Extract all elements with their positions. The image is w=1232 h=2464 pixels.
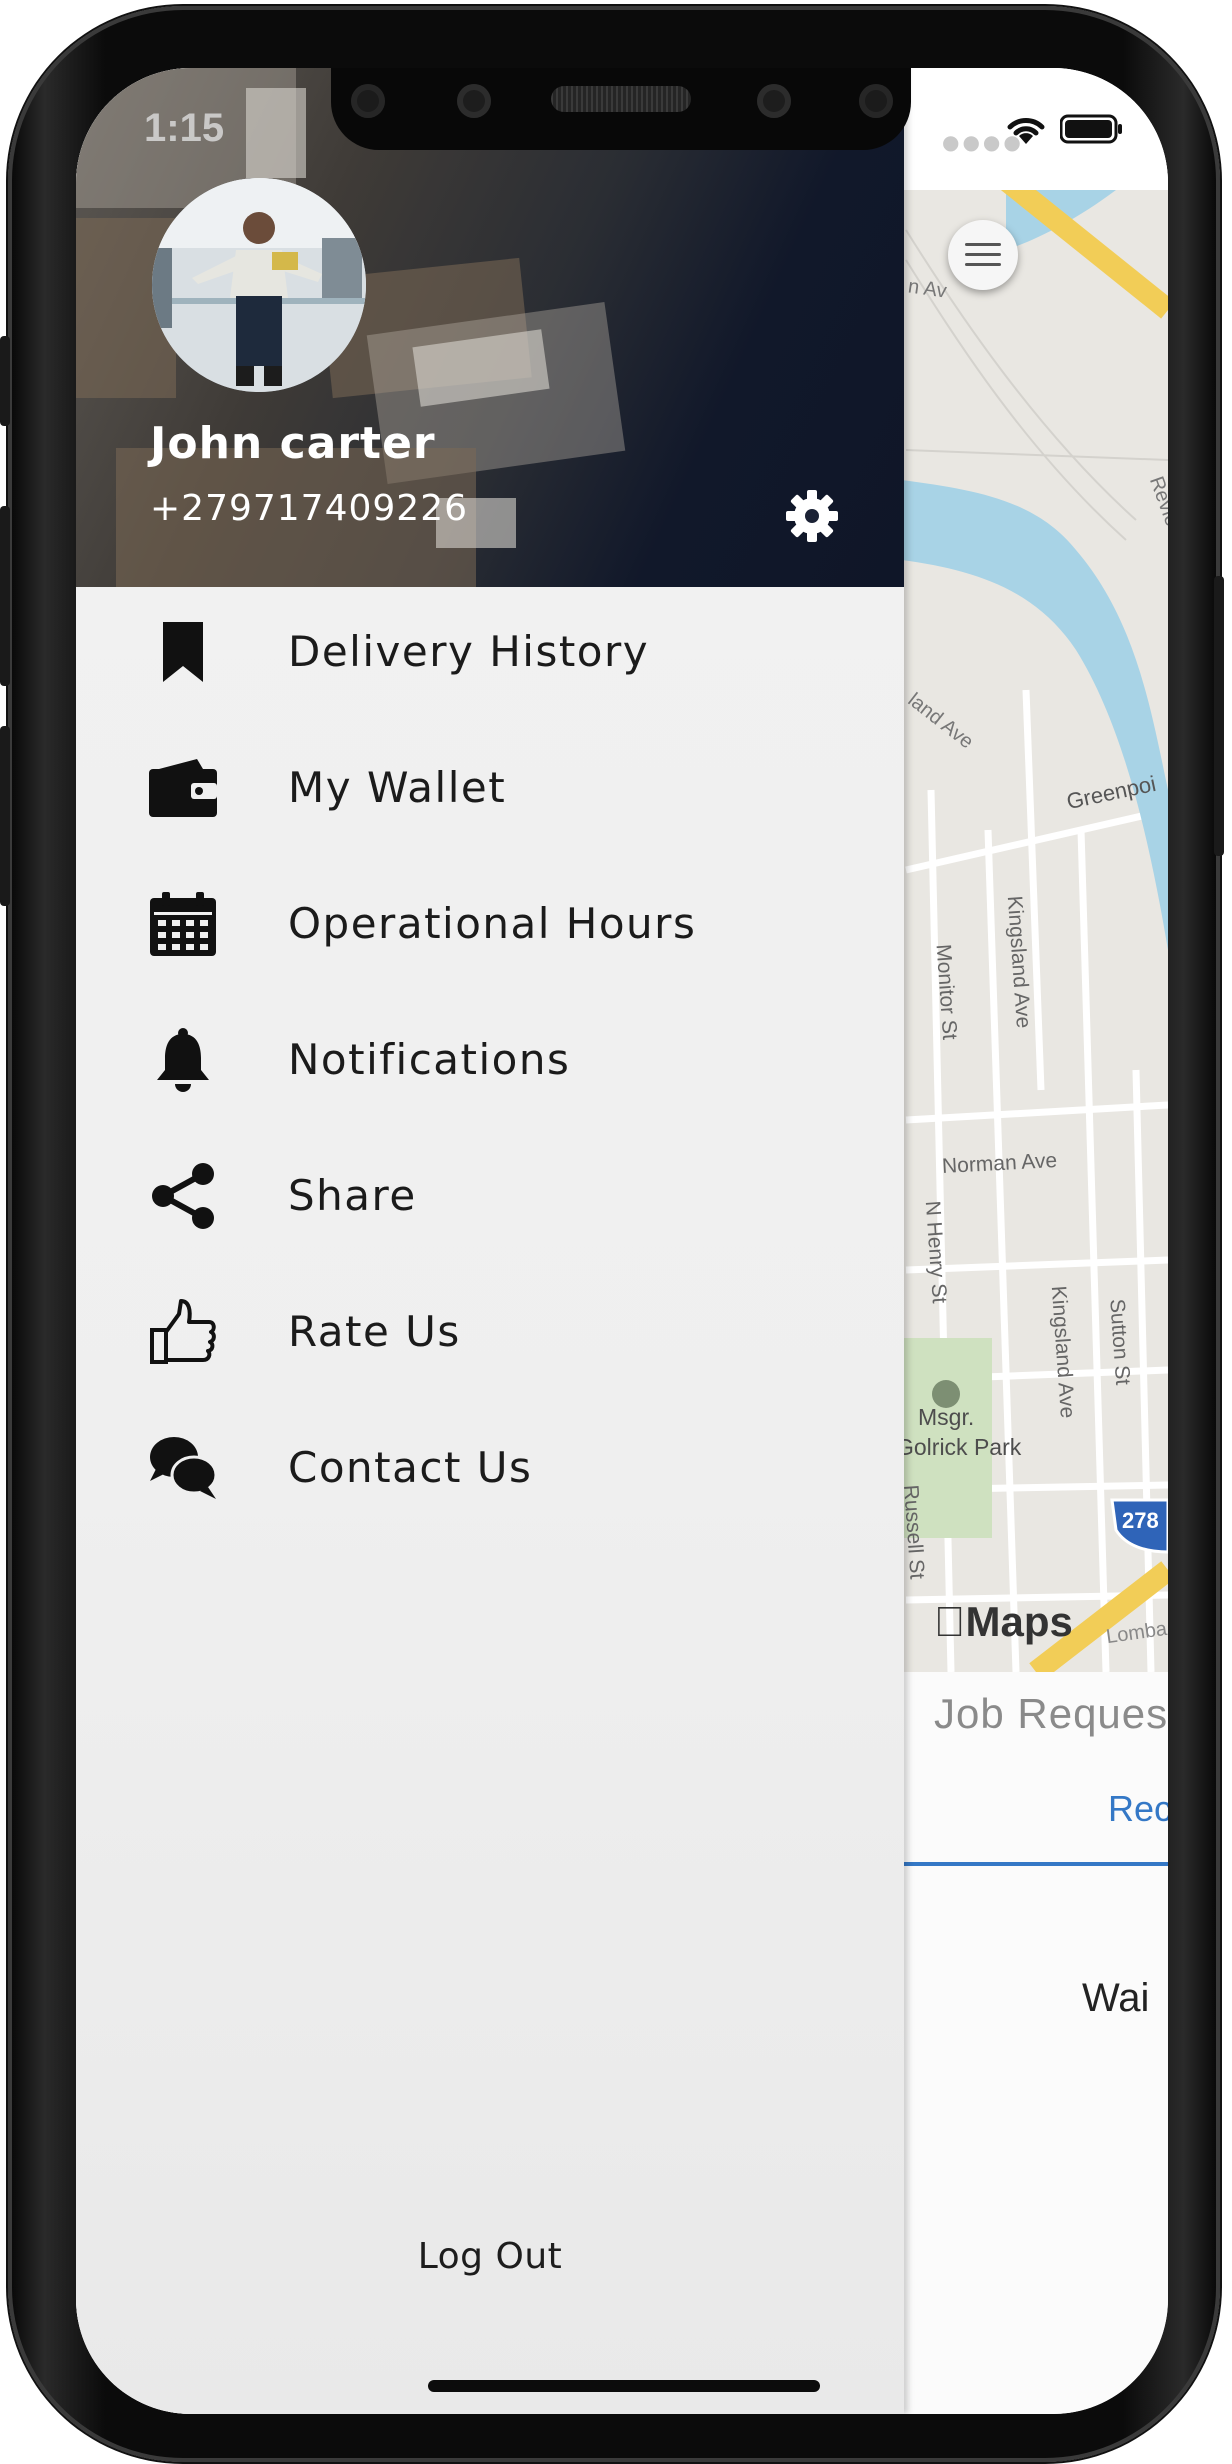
screen: ●●●● n Av Revie land Ave Greenpoi Monito…: [76, 68, 1168, 2414]
wifi-icon: [1007, 118, 1045, 144]
user-name: John carter: [150, 418, 436, 469]
notch: [331, 68, 911, 150]
calendar-icon: [148, 889, 218, 959]
power-button: [1214, 576, 1224, 856]
status-time: 1:15: [144, 106, 225, 150]
settings-button[interactable]: [782, 486, 842, 546]
map-menu-button[interactable]: [948, 220, 1018, 290]
phone-frame: ●●●● n Av Revie land Ave Greenpoi Monito…: [0, 6, 1224, 2462]
active-tab-indicator: [902, 1862, 1168, 1866]
chat-bubbles-icon: [148, 1433, 218, 1503]
menu-item-label: Rate Us: [288, 1307, 461, 1356]
menu-item-label: Delivery History: [288, 627, 650, 676]
face-id-sensor: [757, 84, 791, 118]
menu-item-notifications[interactable]: Notifications: [76, 995, 904, 1115]
tab-received[interactable]: Rec: [1108, 1788, 1168, 1830]
highway-shield-label: 278: [1122, 1508, 1159, 1533]
thumbs-up-icon: [148, 1297, 218, 1367]
menu-item-label: Notifications: [288, 1035, 571, 1084]
silent-switch: [0, 336, 10, 426]
volume-down-button: [0, 726, 10, 906]
menu-item-label: Contact Us: [288, 1443, 533, 1492]
menu-item-share[interactable]: Share: [76, 1131, 904, 1251]
dot-projector: [859, 84, 893, 118]
navigation-drawer: 1:15 John carter +279717409226 Delivery …: [76, 68, 904, 2414]
menu-item-contact-us[interactable]: Contact Us: [76, 1403, 904, 1523]
logout-button[interactable]: Log Out: [76, 2236, 904, 2277]
proximity-sensor: [457, 84, 491, 118]
bell-icon: [148, 1025, 218, 1095]
menu-item-delivery-history[interactable]: Delivery History: [76, 587, 904, 707]
menu-item-my-wallet[interactable]: My Wallet: [76, 723, 904, 843]
park-label-line1: Msgr.: [918, 1404, 975, 1430]
menu-item-operational-hours[interactable]: Operational Hours: [76, 859, 904, 979]
header-bg-label: [246, 88, 306, 178]
battery-icon: [1060, 114, 1122, 144]
menu-item-label: My Wallet: [288, 763, 507, 812]
park-label-line2: Golrick Park: [896, 1434, 1022, 1460]
apple-maps-logo: Maps: [934, 1598, 1073, 1646]
menu-item-label: Share: [288, 1171, 417, 1220]
user-phone: +279717409226: [150, 488, 469, 529]
front-camera: [351, 84, 385, 118]
earpiece-speaker: [551, 86, 691, 112]
job-requests-title: Job Reques: [934, 1690, 1168, 1737]
volume-up-button: [0, 506, 10, 686]
share-icon: [148, 1161, 218, 1231]
menu-item-label: Operational Hours: [288, 899, 697, 948]
maps-brand-text: Maps: [934, 1598, 1073, 1645]
gear-icon: [786, 490, 838, 542]
bookmark-icon: [148, 617, 218, 687]
waiting-text: Wai: [1082, 1976, 1150, 2020]
hamburger-icon: [965, 243, 1001, 266]
avatar[interactable]: [152, 178, 366, 392]
menu-item-rate-us[interactable]: Rate Us: [76, 1267, 904, 1387]
home-indicator[interactable]: [428, 2380, 820, 2392]
wallet-icon: [148, 753, 218, 823]
